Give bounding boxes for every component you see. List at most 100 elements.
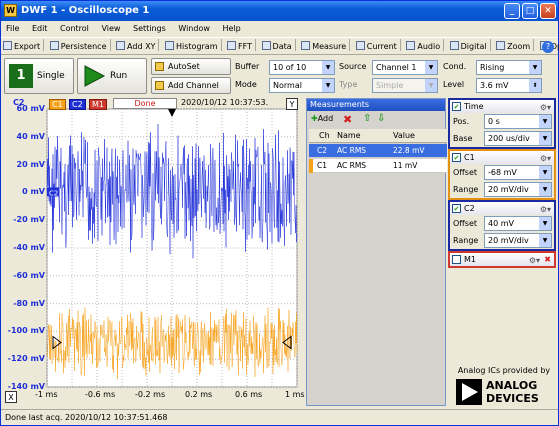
m1-header[interactable]: M1 ⚙▾ ✖: [450, 253, 554, 266]
toolbar-separator: [43, 39, 45, 51]
minimize-button[interactable]: _: [504, 3, 520, 19]
y-axis-button[interactable]: Y: [286, 98, 298, 110]
control-bar: 1 Single Run AutoSet Add Channel Buffer …: [1, 56, 558, 96]
add-measurement-button[interactable]: ✚Add: [311, 114, 333, 123]
time-base-select[interactable]: 200 us/div ▼: [484, 131, 552, 146]
digital-icon: [449, 41, 459, 50]
time-base-row: Base 200 us/div ▼: [450, 130, 554, 147]
single-button[interactable]: 1 Single: [4, 58, 74, 94]
c2-range-value: 20 mV/div: [488, 236, 529, 245]
row-ch: C1: [317, 161, 328, 170]
menu-window[interactable]: Window: [173, 21, 215, 37]
c1-header[interactable]: ✔ C1 ⚙▾: [450, 151, 554, 164]
single-label: Single: [37, 71, 65, 81]
type-value: Simple: [376, 81, 404, 90]
digital-button[interactable]: Digital: [448, 38, 489, 56]
buffer-select[interactable]: 10 of 10 ▼: [269, 60, 335, 75]
remove-icon[interactable]: ✖: [544, 253, 551, 266]
logo-brand-line1: ANALOG: [486, 379, 538, 392]
arrow-up-icon[interactable]: ⇧: [363, 113, 371, 124]
c1-settings: ✔ C1 ⚙▾ Offset -68 mV ▼ Range 20 mV/div ▼: [448, 149, 556, 200]
menu-settings[interactable]: Settings: [128, 21, 171, 37]
persistence-button[interactable]: Persistence: [48, 38, 109, 56]
condition-select[interactable]: Rising ▼: [476, 60, 542, 75]
measurement-row[interactable]: C1 AC RMS 11 mV: [309, 159, 447, 173]
chevron-down-icon: ▼: [539, 166, 551, 179]
arrow-down-icon[interactable]: ⇩: [377, 113, 385, 124]
plus-icon: ✚: [311, 114, 318, 123]
add-channel-button[interactable]: Add Channel: [151, 77, 231, 94]
c2-title: C2: [464, 204, 475, 213]
menu-help[interactable]: Help: [217, 21, 245, 37]
audio-button[interactable]: Audio: [404, 38, 442, 56]
x-tick-label: -0.2 ms: [135, 390, 166, 399]
add-measurement-label: Add: [317, 114, 334, 123]
c1-offset-input[interactable]: -68 mV ▼: [484, 165, 552, 180]
checkbox-checked-icon[interactable]: ✔: [452, 204, 461, 213]
y-tick-label: -100 mV: [7, 326, 45, 336]
histogram-button[interactable]: Histogram: [163, 38, 220, 56]
menu-file[interactable]: File: [1, 21, 24, 37]
c1-offset-value: -68 mV: [488, 168, 517, 177]
y-tick-label: -40 mV: [13, 243, 45, 252]
export-button[interactable]: Export: [1, 38, 42, 56]
fft-button[interactable]: FFT: [225, 38, 254, 56]
buffer-value: 10 of 10: [273, 63, 307, 72]
data-button[interactable]: Data: [260, 38, 294, 56]
add-xy-button[interactable]: Add XY: [114, 38, 157, 56]
col-value[interactable]: Value: [393, 129, 415, 143]
analog-devices-triangle-icon: [456, 379, 482, 405]
col-name[interactable]: Name: [337, 129, 361, 143]
c1-tag[interactable]: C1: [49, 99, 66, 110]
c2-header[interactable]: ✔ C2 ⚙▾: [450, 202, 554, 215]
c2-tag[interactable]: C2: [69, 99, 86, 110]
source-select[interactable]: Channel 1 ▼: [372, 60, 438, 75]
m1-tag[interactable]: M1: [89, 99, 107, 110]
y-tick-label: -60 mV: [13, 270, 45, 280]
time-position-row: Pos. 0 s ▼: [450, 113, 554, 130]
x-axis-button[interactable]: X: [5, 391, 17, 403]
position-input[interactable]: 0 s ▼: [484, 114, 552, 129]
menu-control[interactable]: Control: [55, 21, 94, 37]
maximize-button[interactable]: □: [522, 3, 538, 19]
c2-offset-input[interactable]: 40 mV ▼: [484, 216, 552, 231]
y-tick-label: -80 mV: [13, 298, 45, 308]
type-select: Simple ▼: [372, 78, 438, 93]
mode-select[interactable]: Normal ▼: [269, 78, 335, 93]
c1-title: C1: [464, 153, 475, 162]
scope-plot[interactable]: C2: [3, 97, 303, 405]
row-value: 11 mV: [393, 161, 418, 170]
menu-edit[interactable]: Edit: [27, 21, 53, 37]
measure-button[interactable]: Measure: [299, 38, 348, 56]
measurements-table-header: Ch Name Value: [309, 129, 447, 143]
checkbox-checked-icon[interactable]: ✔: [452, 153, 461, 162]
menu-view[interactable]: View: [96, 21, 125, 37]
condition-value: Rising: [480, 63, 505, 72]
c2-range-select[interactable]: 20 mV/div ▼: [484, 233, 552, 248]
type-label: Type: [339, 80, 358, 89]
level-input[interactable]: 3.6 mV ⬍: [476, 78, 542, 93]
checkbox-unchecked-icon[interactable]: [452, 255, 461, 264]
delete-icon[interactable]: ✖: [343, 113, 352, 126]
time-header[interactable]: ✔ Time ⚙▾: [450, 100, 554, 113]
chevron-down-icon: ▼: [539, 234, 551, 247]
checkbox-checked-icon[interactable]: ✔: [452, 102, 461, 111]
c2-offset-row: Offset 40 mV ▼: [450, 215, 554, 232]
row-name: AC RMS: [337, 146, 367, 155]
condition-label: Cond.: [443, 62, 467, 71]
autoset-button[interactable]: AutoSet: [151, 58, 231, 75]
current-button[interactable]: Current: [354, 38, 399, 56]
position-value: 0 s: [488, 117, 500, 126]
run-label: Run: [110, 71, 128, 81]
settings-icon[interactable]: ⚙▾: [529, 254, 540, 267]
measurement-row[interactable]: C2 AC RMS 22.8 mV: [309, 144, 447, 158]
help-icon[interactable]: ?: [542, 41, 554, 53]
zoom-button[interactable]: Zoom: [494, 38, 532, 56]
source-value: Channel 1: [376, 63, 417, 72]
c1-range-select[interactable]: 20 mV/div ▼: [484, 182, 552, 197]
col-ch[interactable]: Ch: [319, 129, 330, 143]
run-button[interactable]: Run: [77, 58, 147, 94]
logo-caption: Analog ICs provided by: [457, 366, 551, 375]
x-tick-label: 1 ms: [285, 390, 305, 399]
close-button[interactable]: ✕: [540, 3, 556, 19]
